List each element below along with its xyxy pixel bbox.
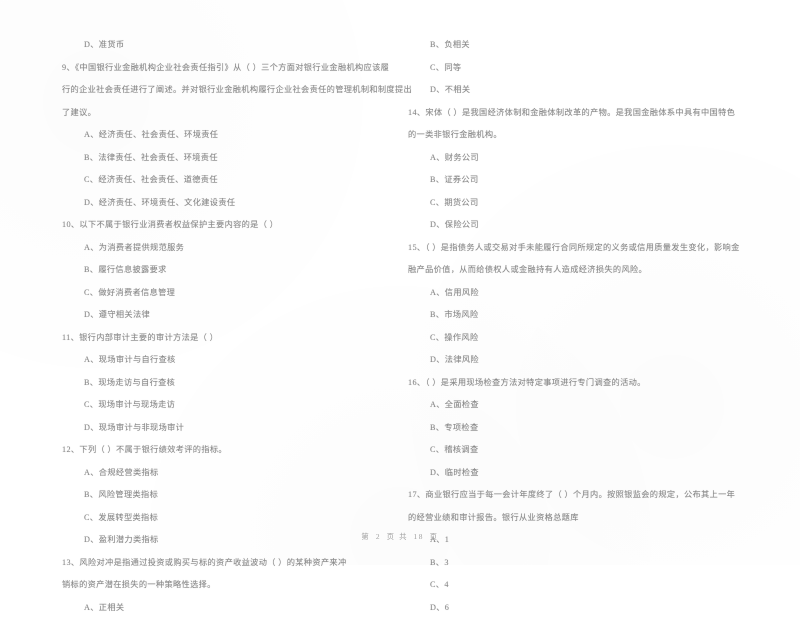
question-stem-line: 16、（ ）是采用现场检查方法对特定事项进行专门调查的活动。 xyxy=(408,372,760,395)
answer-option-line: A、为消费者提供规范服务 xyxy=(62,237,414,260)
answer-option-line: C、稽核调查 xyxy=(408,439,760,462)
question-stem-line: 12、下列（ ）不属于银行绩效考评的指标。 xyxy=(62,439,414,462)
question-continuation-line: 的经营业绩和审计报告。银行从业资格总题库 xyxy=(408,507,760,530)
document-page: D、准货币9、《中国银行业金融机构企业社会责任指引》从（ ）三个方面对银行业金融… xyxy=(0,0,800,565)
answer-option-line: C、现场审计与现场走访 xyxy=(62,394,414,417)
answer-option-line: B、负相关 xyxy=(408,34,760,57)
question-continuation-line: 融产品价值，从而给债权人或金融持有人造成经济损失的风险。 xyxy=(408,259,760,282)
question-stem-line: 10、以下不属于银行业消费者权益保护主要内容的是（ ） xyxy=(62,214,414,237)
question-stem-line: 17、商业银行应当于每一会计年度终了（ ）个月内。按照银监会的规定，公布其上一年 xyxy=(408,484,760,507)
question-continuation-line: 了建议。 xyxy=(62,102,414,125)
answer-option-line: D、经济责任、环境责任、文化建设责任 xyxy=(62,192,414,215)
answer-option-line: C、经济责任、社会责任、道德责任 xyxy=(62,169,414,192)
answer-option-line: D、临时检查 xyxy=(408,462,760,485)
answer-option-line: B、履行信息披露要求 xyxy=(62,259,414,282)
answer-option-line: C、做好消费者信息管理 xyxy=(62,282,414,305)
answer-option-line: C、4 xyxy=(408,574,760,597)
answer-option-line: B、专项检查 xyxy=(408,417,760,440)
question-stem-line: 14、宋体（ ）是我国经济体制和金融体制改革的产物。是我国金融体系中具有中国特色 xyxy=(408,102,760,125)
answer-option-line: D、保险公司 xyxy=(408,214,760,237)
question-continuation-line: 行的企业社会责任进行了阐述。并对银行业金融机构履行企业社会责任的管理机制和制度提… xyxy=(62,79,414,102)
question-stem-line: 9、《中国银行业金融机构企业社会责任指引》从（ ）三个方面对银行业金融机构应该履 xyxy=(62,57,414,80)
answer-option-line: A、财务公司 xyxy=(408,147,760,170)
answer-option-line: B、风险管理类指标 xyxy=(62,484,414,507)
answer-option-line: D、准货币 xyxy=(62,34,414,57)
footer-middle: 页 共 xyxy=(387,532,408,541)
answer-option-line: D、法律风险 xyxy=(408,349,760,372)
answer-option-line: C、操作风险 xyxy=(408,327,760,350)
answer-option-line: A、经济责任、社会责任、环境责任 xyxy=(62,124,414,147)
answer-option-line: B、市场风险 xyxy=(408,304,760,327)
page-footer: 第 2 页 共 18 页 xyxy=(0,531,800,542)
answer-option-line: D、遵守相关法律 xyxy=(62,304,414,327)
footer-suffix: 页 xyxy=(430,532,439,541)
answer-option-line: D、现场审计与非现场审计 xyxy=(62,417,414,440)
answer-option-line: D、不相关 xyxy=(408,79,760,102)
footer-page-number: 2 xyxy=(376,532,381,541)
answer-option-line: C、同等 xyxy=(408,57,760,80)
answer-option-line: C、期货公司 xyxy=(408,192,760,215)
question-continuation-line: 的一类非银行金融机构。 xyxy=(408,124,760,147)
footer-prefix: 第 xyxy=(361,532,370,541)
question-stem-line: 15、（ ）是指债务人或交易对手未能履行合同所规定的义务或信用质量发生变化，影响… xyxy=(408,237,760,260)
answer-option-line: B、法律责任、社会责任、环境责任 xyxy=(62,147,414,170)
question-stem-line: 11、银行内部审计主要的审计方法是（ ） xyxy=(62,327,414,350)
answer-option-line: B、现场走访与自行查核 xyxy=(62,372,414,395)
answer-option-line: A、信用风险 xyxy=(408,282,760,305)
answer-option-line: B、3 xyxy=(408,552,760,575)
answer-option-line: A、现场审计与自行查核 xyxy=(62,349,414,372)
footer-total-pages: 18 xyxy=(414,532,425,541)
answer-option-line: D、6 xyxy=(408,597,760,619)
question-continuation-line: 销标的资产潜在损失的一种策略性选择。 xyxy=(62,574,414,597)
answer-option-line: C、发展转型类指标 xyxy=(62,507,414,530)
answer-option-line: A、合规经营类指标 xyxy=(62,462,414,485)
question-stem-line: 13、风险对冲是指通过投资或购买与标的资产收益波动（ ）的某种资产来冲 xyxy=(62,552,414,575)
answer-option-line: B、证券公司 xyxy=(408,169,760,192)
answer-option-line: A、全面检查 xyxy=(408,394,760,417)
answer-option-line: A、正相关 xyxy=(62,597,414,619)
